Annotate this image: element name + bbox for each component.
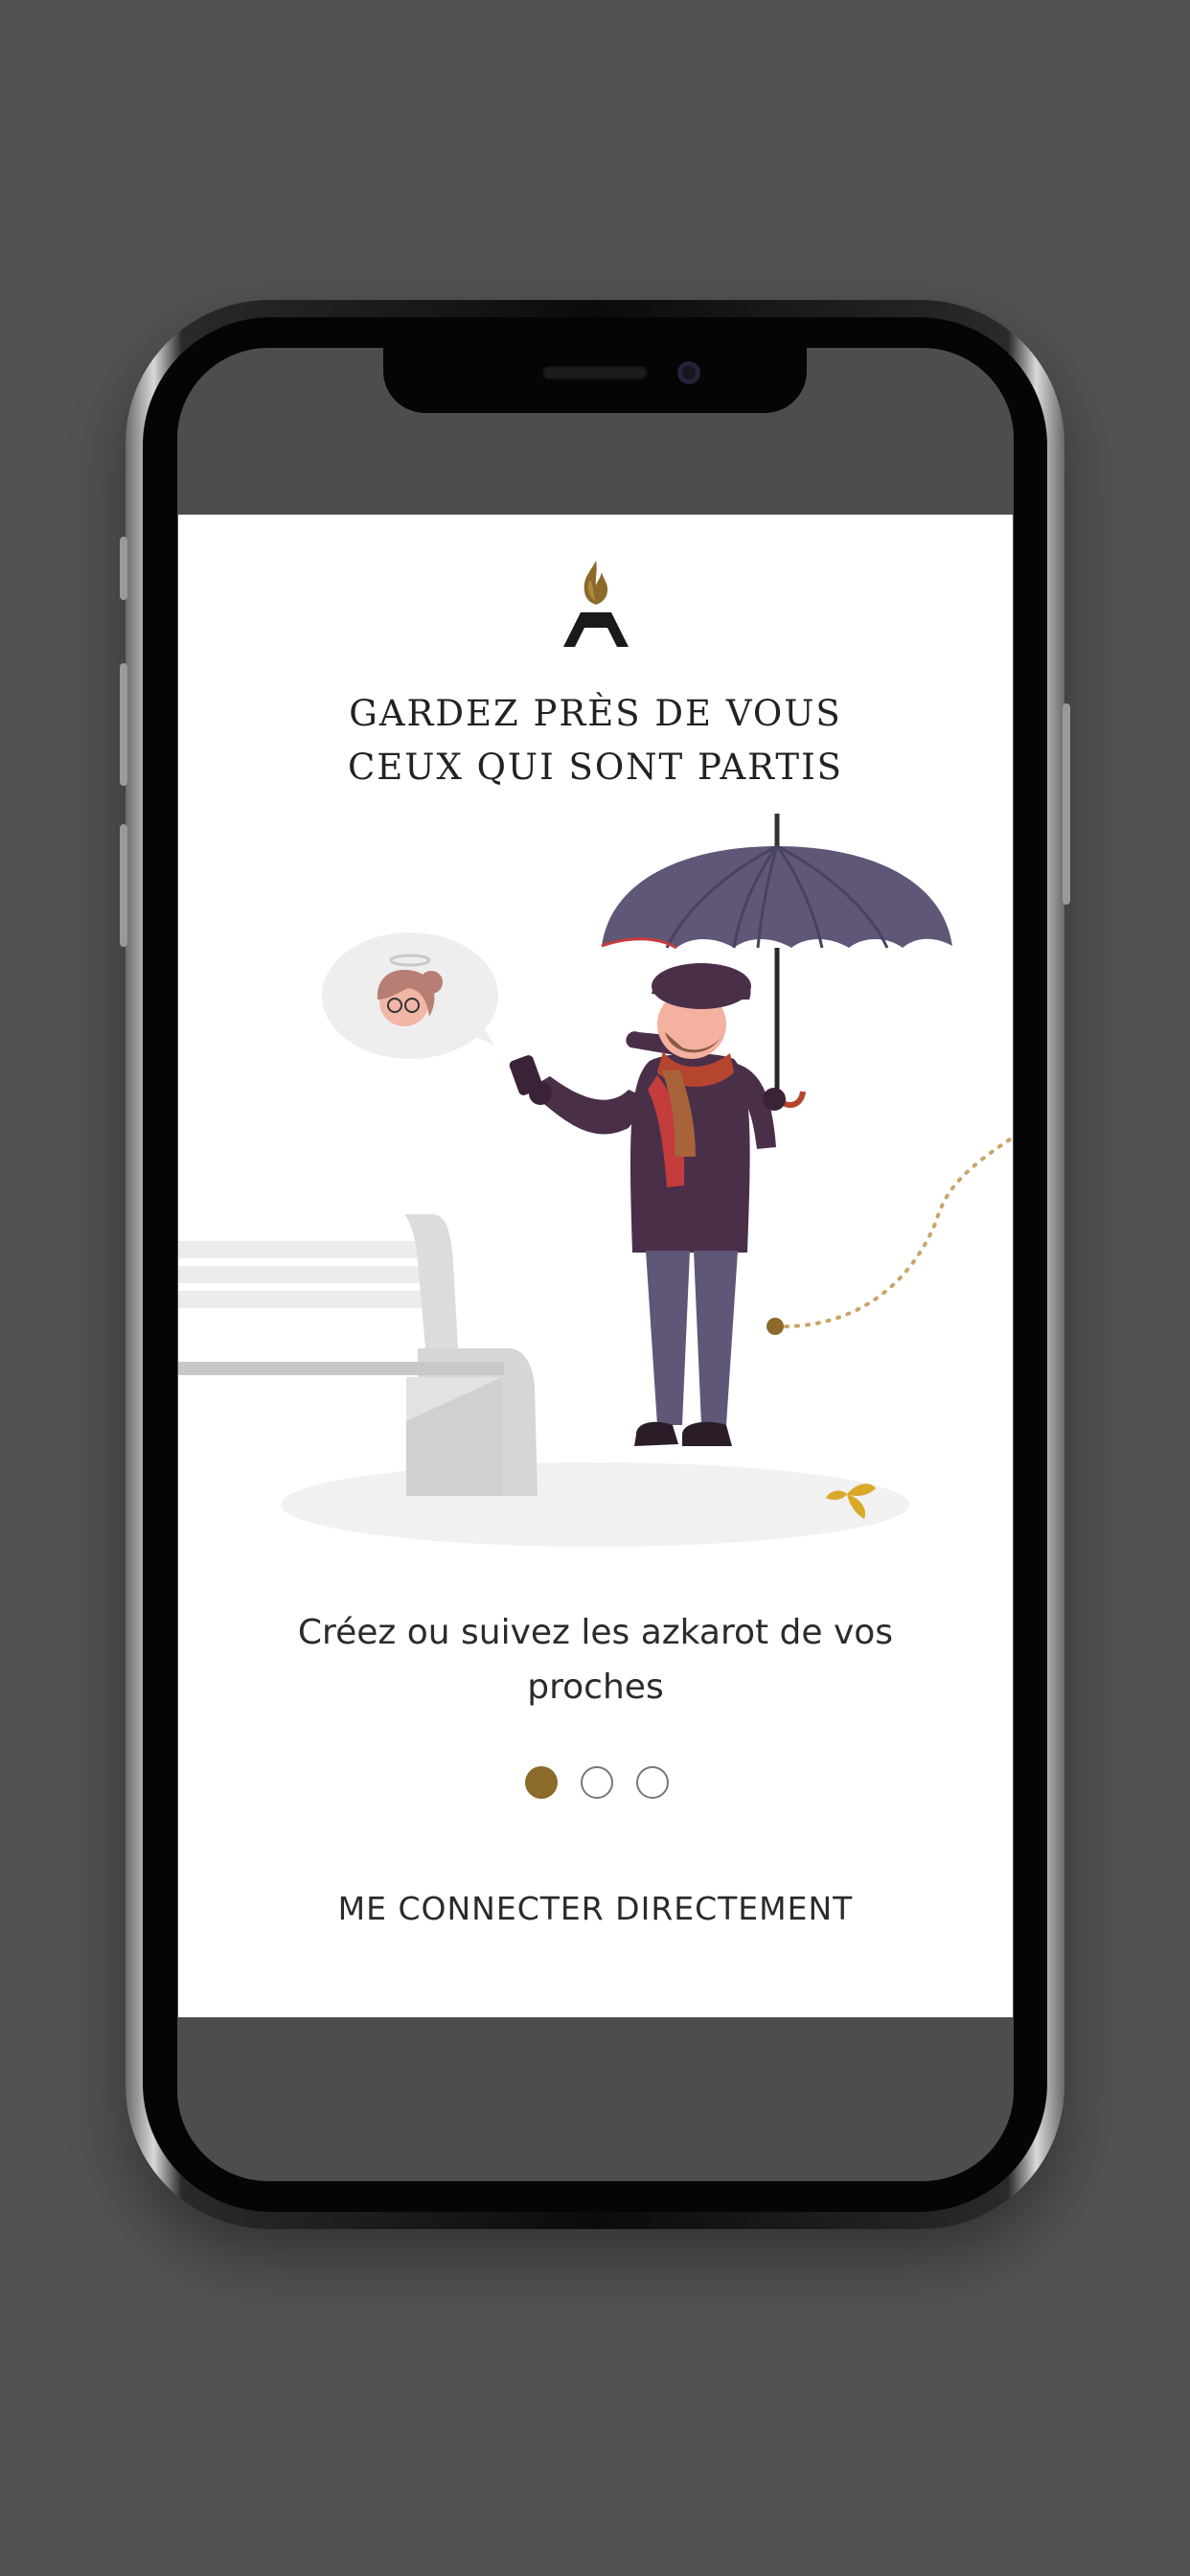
headline-line-1: GARDEZ PRÈS DE VOUS <box>349 693 842 734</box>
connect-directly-button[interactable]: ME CONNECTER DIRECTEMENT <box>178 1890 1013 1927</box>
onboarding-subtitle: Créez ou suivez les azkarot de vos proch… <box>297 1613 894 1707</box>
headline-line-2: CEUX QUI SONT PARTIS <box>347 747 844 788</box>
front-camera <box>677 361 700 384</box>
volume-down-button <box>120 824 127 947</box>
man-with-umbrella-illustration <box>178 814 1013 1547</box>
page-dot-3[interactable] <box>636 1766 669 1799</box>
power-button <box>1063 703 1070 905</box>
pagination-dots <box>525 1766 669 1799</box>
page-dot-1[interactable] <box>525 1766 558 1799</box>
silent-switch <box>120 537 127 600</box>
flame-a-logo-icon <box>563 561 629 647</box>
headline: GARDEZ PRÈS DE VOUS CEUX QUI SONT PARTIS <box>178 687 1013 794</box>
onboarding-screen: GARDEZ PRÈS DE VOUS CEUX QUI SONT PARTIS <box>178 515 1013 2017</box>
volume-up-button <box>120 663 127 786</box>
notch <box>383 348 807 413</box>
speaker-grille <box>542 366 648 380</box>
page-dot-2[interactable] <box>581 1766 613 1799</box>
